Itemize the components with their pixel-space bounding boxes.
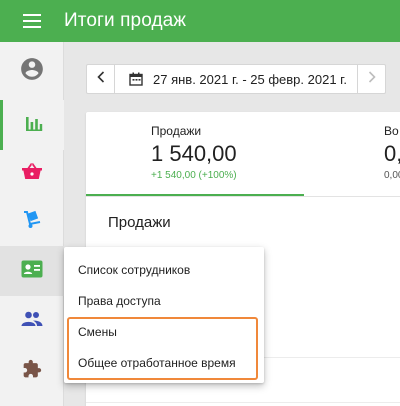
basket-icon [21,161,43,186]
previous-period-button[interactable] [87,65,115,93]
divider [86,196,400,197]
badge-icon [21,260,43,283]
kpi-label: Продажи [151,124,202,138]
date-range-picker[interactable]: 27 янв. 2021 г. - 25 февр. 2021 г. [115,72,347,87]
sidebar-item-reports[interactable] [0,100,64,150]
sidebar-item-customers[interactable] [0,296,64,346]
bar-chart-icon [24,113,44,138]
kpi-delta: +1 540,00 (+100%) [151,170,237,181]
section-title: Продажи [108,214,171,231]
menu-item-employee-list[interactable]: Список сотрудников [64,255,264,285]
menu-item-shifts[interactable]: Смены [64,317,264,347]
menu-item-access-rights[interactable]: Права доступа [64,286,264,316]
app-bar: Итоги продаж [0,0,400,42]
kpi-second[interactable]: Во 0, 0,00 [384,124,400,181]
divider [86,402,400,403]
dolly-icon [21,208,43,235]
puzzle-icon [22,359,42,384]
sidebar-item-employees[interactable] [0,246,64,296]
people-icon [21,311,43,332]
kpi-value: 1 540,00 [151,141,237,166]
sidebar-item-profile[interactable] [0,46,64,96]
chevron-right-icon [368,70,376,88]
next-period-button[interactable] [357,65,385,93]
date-range-label: 27 янв. 2021 г. - 25 февр. 2021 г. [153,71,347,87]
kpi-sales[interactable]: Продажи 1 540,00 +1 540,00 (+100%) [151,124,237,181]
sidebar-item-inventory[interactable] [0,196,64,246]
sidebar [0,42,64,406]
sidebar-item-goods[interactable] [0,148,64,198]
date-range-filter: 27 янв. 2021 г. - 25 февр. 2021 г. [86,64,386,94]
kpi-value: 0, [384,141,400,166]
kpi-label: Во [384,124,399,138]
chevron-left-icon [96,70,105,88]
menu-item-total-worked-time[interactable]: Общее отработанное время [64,348,264,378]
page-title: Итоги продаж [64,10,187,31]
employees-menu: Список сотрудников Права доступа Смены О… [64,247,264,383]
calendar-icon [129,72,143,86]
kpi-delta: 0,00 [384,170,400,181]
account-circle-icon [19,56,45,87]
sidebar-item-addons[interactable] [0,346,64,396]
hamburger-menu-icon[interactable] [0,0,64,42]
